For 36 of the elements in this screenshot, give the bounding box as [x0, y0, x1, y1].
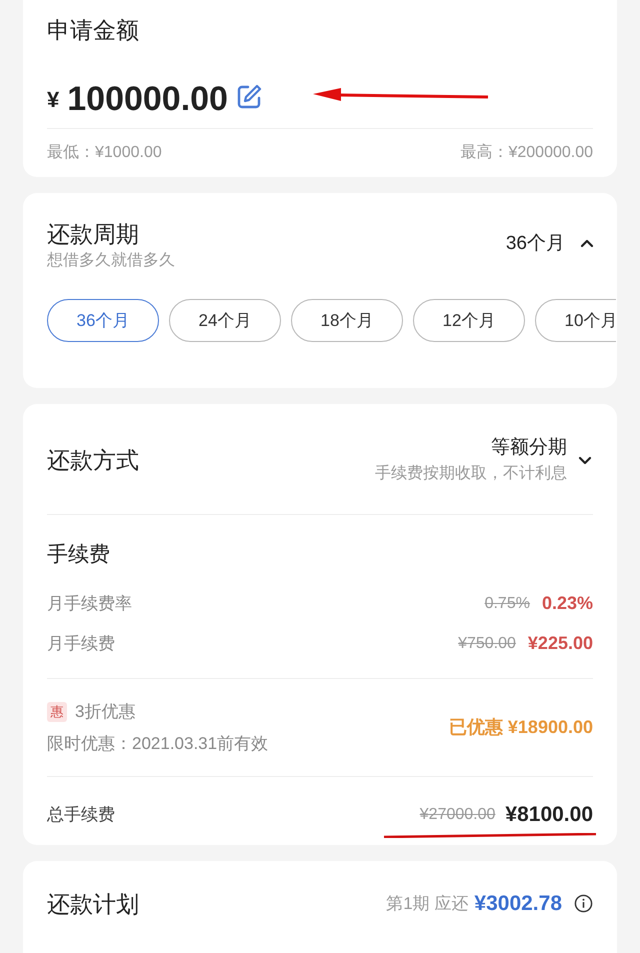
discounted-fee: 0.23% — [542, 592, 593, 615]
total-fee: ¥8100.00 — [505, 802, 593, 828]
period-dropdown[interactable]: 36个月 — [506, 230, 595, 258]
method-dropdown[interactable]: 等额分期 手续费按期收取，不计利息 — [375, 434, 593, 486]
period-option[interactable]: 18个月 — [291, 299, 403, 342]
period-option[interactable]: 24个月 — [169, 299, 281, 342]
section-title: 还款周期 — [47, 220, 140, 249]
method-value: 等额分期 — [491, 436, 567, 460]
section-title: 还款方式 — [47, 446, 139, 475]
period-option[interactable]: 12个月 — [413, 299, 525, 342]
discount-validity: 限时优惠：2021.03.31前有效 — [47, 732, 268, 754]
discount-title: 3折优惠 — [75, 701, 136, 723]
currency-symbol: ¥ — [47, 86, 60, 114]
fee-title: 手续费 — [47, 542, 111, 568]
original-total: ¥27000.00 — [420, 804, 496, 825]
min-amount: 最低：¥1000.00 — [47, 143, 162, 163]
discount-badge: 惠 — [47, 702, 67, 722]
edit-icon[interactable] — [236, 84, 262, 110]
method-note: 手续费按期收取，不计利息 — [375, 464, 567, 484]
section-title: 申请金额 — [47, 16, 140, 45]
section-title: 还款计划 — [47, 890, 139, 918]
installment-amount: ¥3002.78 — [474, 891, 562, 917]
amount-value: 100000.00 — [67, 78, 228, 120]
total-fee-label: 总手续费 — [47, 804, 115, 826]
section-subtitle: 想借多久就借多久 — [47, 251, 175, 271]
original-fee: ¥750.00 — [458, 634, 516, 654]
period-option[interactable]: 10个月 — [535, 299, 616, 342]
discount-amount: 已优惠 ¥18900.00 — [448, 716, 593, 739]
fee-label: 月手续费 — [47, 632, 115, 655]
original-fee: 0.75% — [484, 594, 530, 614]
info-icon[interactable] — [574, 894, 593, 914]
max-amount: 最高：¥200000.00 — [460, 142, 593, 163]
discounted-fee: ¥225.00 — [528, 632, 593, 655]
installment-label: 第1期 应还 — [386, 893, 468, 915]
fee-label: 月手续费率 — [47, 592, 132, 615]
period-option[interactable]: 36个月 — [47, 299, 159, 342]
